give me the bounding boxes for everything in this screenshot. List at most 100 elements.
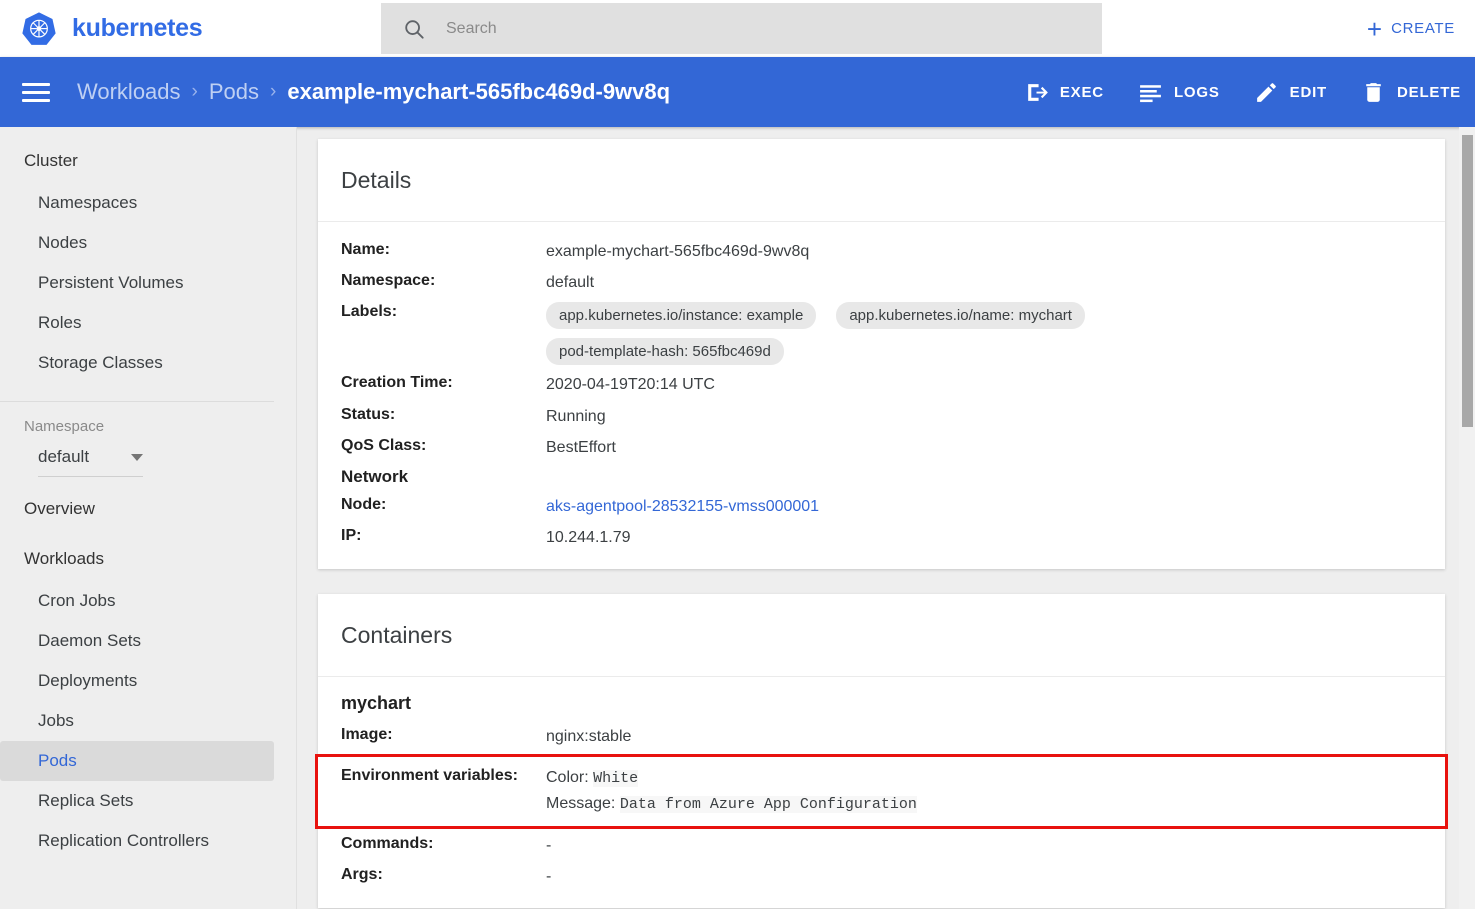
- sidebar-item-deployments[interactable]: Deployments: [0, 661, 274, 701]
- detail-row-namespace: Namespace: default: [341, 271, 1422, 294]
- page-body: Cluster Namespaces Nodes Persistent Volu…: [0, 127, 1475, 909]
- sidebar-item-daemon-sets[interactable]: Daemon Sets: [0, 621, 274, 661]
- detail-value-creation-time: 2020-04-19T20:14 UTC: [546, 376, 715, 394]
- detail-value-namespace: default: [546, 274, 595, 292]
- container-key-commands: Commands:: [341, 835, 434, 852]
- logs-button-label: LOGS: [1173, 83, 1220, 101]
- namespace-selector[interactable]: default: [38, 447, 143, 477]
- detail-value-qos-class: BestEffort: [546, 438, 616, 456]
- namespace-selector-label: Namespace: [24, 418, 105, 435]
- breadcrumb-current-pod: example-mychart-565fbc469d-9wv8q: [287, 79, 671, 104]
- details-card-title: Details: [318, 139, 1445, 222]
- logs-button[interactable]: LOGS: [1138, 80, 1220, 105]
- search-input[interactable]: [446, 19, 1046, 38]
- sidebar-item-namespaces[interactable]: Namespaces: [0, 183, 274, 223]
- details-card: Details Name: example-mychart-565fbc469d…: [318, 139, 1445, 570]
- pencil-edit-icon: [1256, 82, 1276, 102]
- detail-value-name: example-mychart-565fbc469d-9wv8q: [546, 243, 810, 260]
- label-chip: app.kubernetes.io/instance: example: [546, 302, 817, 330]
- detail-row-node: Node: aks-agentpool-28532155-vmss000001: [341, 495, 1422, 518]
- vertical-scrollbar[interactable]: [1459, 127, 1475, 909]
- detail-key-creation-time: Creation Time:: [341, 374, 453, 392]
- search-icon: [405, 19, 424, 39]
- breadcrumb-item-workloads[interactable]: Workloads: [77, 79, 181, 105]
- env-var-line: Message: Data from Azure App Configurati…: [546, 792, 917, 816]
- container-row-env: Environment variables: Color: White Mess…: [341, 766, 1422, 817]
- label-chip: pod-template-hash: 565fbc469d: [546, 338, 784, 366]
- toolbar-actions: EXEC LOGS EDIT DELETE: [990, 80, 1461, 105]
- sidebar-navigation: Cluster Namespaces Nodes Persistent Volu…: [0, 127, 297, 909]
- label-chip-list: app.kubernetes.io/instance: example app.…: [546, 302, 1206, 366]
- sidebar-item-pods[interactable]: Pods: [0, 741, 274, 781]
- detail-key-name: Name:: [341, 241, 390, 258]
- logs-lines-icon: [1140, 84, 1161, 102]
- env-var-value: Data from Azure App Configuration: [619, 796, 917, 814]
- container-value-env: Color: White Message: Data from Azure Ap…: [546, 766, 917, 817]
- detail-row-status: Status: Running: [341, 405, 1422, 428]
- container-row-image: Image: nginx:stable: [341, 725, 1422, 748]
- sidebar-group-cluster: Cluster: [24, 151, 78, 170]
- container-value-args: -: [546, 868, 552, 886]
- env-var-name: Color:: [546, 768, 589, 786]
- detail-value-node: aks-agentpool-28532155-vmss000001: [546, 495, 819, 518]
- detail-value-ip: 10.244.1.79: [546, 529, 631, 547]
- brand-name-label: kubernetes: [72, 14, 203, 42]
- status-badge: Running: [546, 407, 606, 425]
- sidebar-group-workloads: Workloads: [24, 549, 104, 568]
- chevron-down-icon: [131, 453, 143, 461]
- details-card-body: Name: example-mychart-565fbc469d-9wv8q N…: [318, 222, 1445, 569]
- create-button-label: CREATE: [1391, 20, 1455, 37]
- exec-terminal-icon: [1028, 83, 1048, 101]
- container-value-commands: -: [546, 837, 552, 854]
- container-row-args: Args: -: [341, 865, 1422, 888]
- detail-key-ip: IP:: [341, 527, 362, 545]
- exec-button-label: EXEC: [1059, 83, 1104, 101]
- edit-button-label: EDIT: [1289, 83, 1328, 101]
- sidebar-item-cron-jobs[interactable]: Cron Jobs: [0, 581, 274, 621]
- namespace-selector-value: default: [38, 447, 90, 466]
- sidebar-item-roles[interactable]: Roles: [0, 303, 274, 343]
- main-content: Details Name: example-mychart-565fbc469d…: [297, 127, 1475, 909]
- env-var-value: White: [593, 769, 639, 787]
- detail-row-labels: Labels: app.kubernetes.io/instance: exam…: [341, 302, 1422, 366]
- hamburger-menu-icon[interactable]: [22, 78, 50, 107]
- detail-row-qos-class: QoS Class: BestEffort: [341, 436, 1422, 459]
- container-key-image: Image:: [341, 726, 393, 744]
- trash-delete-icon: [1366, 82, 1381, 102]
- sidebar-item-overview[interactable]: Overview: [0, 477, 296, 531]
- detail-key-status: Status:: [341, 405, 396, 423]
- detail-row-name: Name: example-mychart-565fbc469d-9wv8q: [341, 240, 1422, 263]
- create-button[interactable]: + CREATE: [1367, 16, 1455, 42]
- sidebar-item-storage-classes[interactable]: Storage Classes: [0, 343, 274, 383]
- container-name: mychart: [341, 693, 412, 714]
- plus-icon: +: [1366, 13, 1383, 44]
- containers-card: Containers mychart Image: nginx:stable E…: [315, 594, 1448, 909]
- breadcrumb: Workloads › Pods › example-mychart-565fb…: [77, 79, 670, 105]
- sidebar-item-replica-sets[interactable]: Replica Sets: [0, 781, 274, 821]
- edit-button[interactable]: EDIT: [1254, 80, 1327, 105]
- scrollbar-thumb[interactable]: [1462, 135, 1473, 427]
- breadcrumb-separator-icon: ›: [191, 81, 198, 102]
- delete-button-label: DELETE: [1397, 83, 1461, 101]
- exec-button[interactable]: EXEC: [1024, 80, 1104, 105]
- detail-key-qos-class: QoS Class:: [341, 436, 427, 454]
- container-key-env: Environment variables:: [341, 766, 518, 784]
- search-box[interactable]: [381, 3, 1102, 54]
- env-var-name: Message:: [546, 795, 616, 813]
- node-link[interactable]: aks-agentpool-28532155-vmss000001: [546, 498, 819, 515]
- sidebar-item-nodes[interactable]: Nodes: [0, 223, 274, 263]
- containers-card-body: Image: nginx:stable Environment variable…: [315, 714, 1448, 908]
- container-key-args: Args:: [341, 866, 383, 884]
- delete-button[interactable]: DELETE: [1361, 80, 1461, 105]
- environment-variables-highlight: Environment variables: Color: White Mess…: [315, 753, 1448, 829]
- sidebar-item-replication-controllers[interactable]: Replication Controllers: [0, 821, 274, 861]
- sidebar-item-persistent-volumes[interactable]: Persistent Volumes: [0, 263, 274, 303]
- container-row-commands: Commands: -: [341, 834, 1422, 857]
- detail-key-namespace: Namespace:: [341, 272, 436, 290]
- brand-logo-group[interactable]: kubernetes: [20, 10, 203, 48]
- containers-card-title: Containers: [318, 594, 1445, 678]
- env-var-line: Color: White: [546, 766, 917, 790]
- breadcrumb-item-pods[interactable]: Pods: [209, 79, 259, 105]
- detail-row-ip: IP: 10.244.1.79: [341, 526, 1422, 549]
- sidebar-item-jobs[interactable]: Jobs: [0, 701, 274, 741]
